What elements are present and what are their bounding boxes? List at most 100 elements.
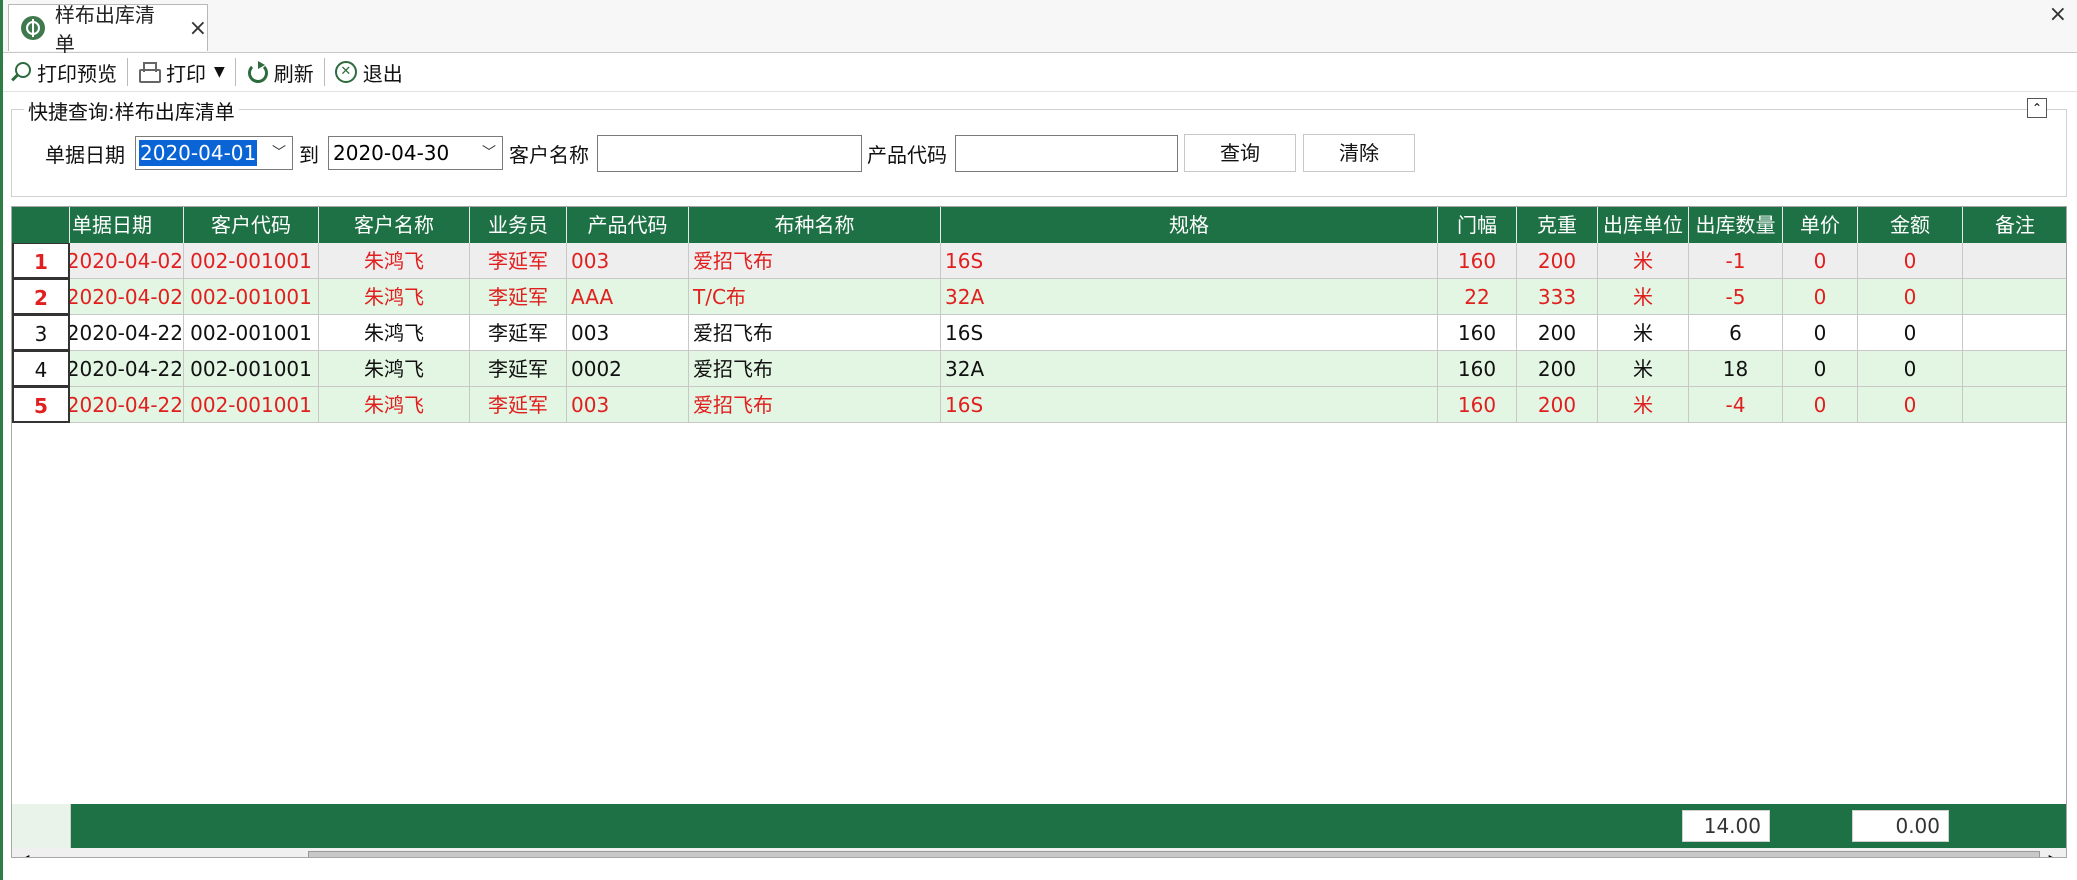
cell-weight[interactable]: 200 [1517,351,1598,387]
column-header-cust-code[interactable]: 客户代码 [184,207,319,243]
clear-button[interactable]: 清除 [1303,134,1415,172]
cell-fabric-name[interactable]: 爱招飞布 [689,243,941,279]
cell-price[interactable]: 0 [1783,351,1858,387]
cell-qty[interactable]: 6 [1689,315,1783,351]
cell-salesperson[interactable]: 李延军 [470,351,567,387]
cell-price[interactable]: 0 [1783,315,1858,351]
column-header-weight[interactable]: 克重 [1517,207,1598,243]
cell-unit[interactable]: 米 [1598,351,1689,387]
dropdown-caret-icon[interactable]: ▼ [214,64,225,80]
cell-unit[interactable]: 米 [1598,387,1689,423]
cell-width[interactable]: 160 [1438,351,1517,387]
cell-date[interactable]: 2020-04-02 [70,279,184,315]
cell-amount[interactable]: 0 [1858,351,1963,387]
cell-width[interactable]: 160 [1438,315,1517,351]
cell-customer-code[interactable]: 002-001001 [184,387,319,423]
cell-note[interactable] [1963,387,2066,423]
cell-spec[interactable]: 16S [941,315,1438,351]
cell-amount[interactable]: 0 [1858,279,1963,315]
cell-fabric-name[interactable]: T/C布 [689,279,941,315]
date-from-picker[interactable]: 2020-04-01 ﹀ [135,136,293,170]
cell-weight[interactable]: 333 [1517,279,1598,315]
column-header-fabric[interactable]: 布种名称 [689,207,941,243]
print-preview-button[interactable]: 打印预览 [3,55,123,89]
cell-amount[interactable]: 0 [1858,387,1963,423]
cell-amount[interactable]: 0 [1858,315,1963,351]
cell-qty[interactable]: -4 [1689,387,1783,423]
cell-customer-name[interactable]: 朱鸿飞 [319,279,470,315]
cell-product-code[interactable]: 003 [567,243,689,279]
cell-price[interactable]: 0 [1783,279,1858,315]
cell-customer-code[interactable]: 002-001001 [184,315,319,351]
refresh-button[interactable]: 刷新 [240,55,320,89]
cell-weight[interactable]: 200 [1517,243,1598,279]
cell-weight[interactable]: 200 [1517,387,1598,423]
cell-note[interactable] [1963,279,2066,315]
cell-date[interactable]: 2020-04-22 [70,387,184,423]
window-close-icon[interactable]: × [2049,2,2067,27]
table-row[interactable]: 1 2020-04-02 002-001001 朱鸿飞 李延军 003 爱招飞布 16S 160… [12,243,2066,279]
tab-close-icon[interactable]: × [189,16,207,41]
cell-fabric-name[interactable]: 爱招飞布 [689,387,941,423]
horizontal-scrollbar[interactable]: ◀ ▶ [12,848,2066,857]
cell-customer-code[interactable]: 002-001001 [184,279,319,315]
cell-salesperson[interactable]: 李延军 [470,243,567,279]
cell-spec[interactable]: 32A [941,351,1438,387]
customer-name-input[interactable] [597,135,862,172]
scroll-right-icon[interactable]: ▶ [2042,848,2066,857]
table-row[interactable]: 5 2020-04-22 002-001001 朱鸿飞 李延军 003 爱招飞布 16S 160… [12,387,2066,423]
cell-product-code[interactable]: 003 [567,387,689,423]
cell-date[interactable]: 2020-04-22 [70,351,184,387]
table-row[interactable]: 3 2020-04-22 002-001001 朱鸿飞 李延军 003 爱招飞布 16S 160… [12,315,2066,351]
row-number[interactable]: 1 [12,243,70,279]
column-header-spec[interactable]: 规格 [941,207,1438,243]
cell-salesperson[interactable]: 李延军 [470,387,567,423]
column-header-cust-name[interactable]: 客户名称 [319,207,470,243]
cell-qty[interactable]: 18 [1689,351,1783,387]
cell-customer-code[interactable]: 002-001001 [184,243,319,279]
cell-width[interactable]: 160 [1438,387,1517,423]
cell-note[interactable] [1963,243,2066,279]
cell-customer-code[interactable]: 002-001001 [184,351,319,387]
collapse-panel-icon[interactable]: ⌃ [2027,98,2047,118]
cell-spec[interactable]: 16S [941,387,1438,423]
cell-date[interactable]: 2020-04-22 [70,315,184,351]
cell-customer-name[interactable]: 朱鸿飞 [319,387,470,423]
cell-price[interactable]: 0 [1783,243,1858,279]
cell-amount[interactable]: 0 [1858,243,1963,279]
row-number[interactable]: 2 [12,279,70,315]
cell-salesperson[interactable]: 李延军 [470,279,567,315]
cell-price[interactable]: 0 [1783,387,1858,423]
cell-fabric-name[interactable]: 爱招飞布 [689,351,941,387]
scroll-thumb[interactable] [308,851,2040,857]
column-header-sales[interactable]: 业务员 [470,207,567,243]
column-header-width[interactable]: 门幅 [1438,207,1517,243]
exit-button[interactable]: 退出 [329,55,409,89]
chevron-down-icon[interactable]: ﹀ [482,142,496,162]
column-header-amount[interactable]: 金额 [1858,207,1963,243]
cell-date[interactable]: 2020-04-02 [70,243,184,279]
cell-salesperson[interactable]: 李延军 [470,315,567,351]
cell-note[interactable] [1963,315,2066,351]
cell-fabric-name[interactable]: 爱招飞布 [689,315,941,351]
cell-qty[interactable]: -1 [1689,243,1783,279]
column-header-date[interactable]: 单据日期 [70,207,184,243]
cell-product-code[interactable]: 0002 [567,351,689,387]
date-to-picker[interactable]: 2020-04-30 ﹀ [328,136,503,170]
scroll-left-icon[interactable]: ◀ [12,848,36,857]
cell-qty[interactable]: -5 [1689,279,1783,315]
column-header-qty[interactable]: 出库数量 [1689,207,1783,243]
column-header-prod-code[interactable]: 产品代码 [567,207,689,243]
column-header-unit[interactable]: 出库单位 [1598,207,1689,243]
cell-weight[interactable]: 200 [1517,315,1598,351]
cell-note[interactable] [1963,351,2066,387]
cell-spec[interactable]: 16S [941,243,1438,279]
cell-spec[interactable]: 32A [941,279,1438,315]
table-row[interactable]: 2 2020-04-02 002-001001 朱鸿飞 李延军 AAA T/C布 32A 22 3… [12,279,2066,315]
column-header-note[interactable]: 备注 [1963,207,2066,243]
cell-unit[interactable]: 米 [1598,315,1689,351]
print-button[interactable]: 打印 ▼ [132,55,231,89]
row-number[interactable]: 4 [12,351,70,387]
cell-customer-name[interactable]: 朱鸿飞 [319,315,470,351]
cell-width[interactable]: 160 [1438,243,1517,279]
